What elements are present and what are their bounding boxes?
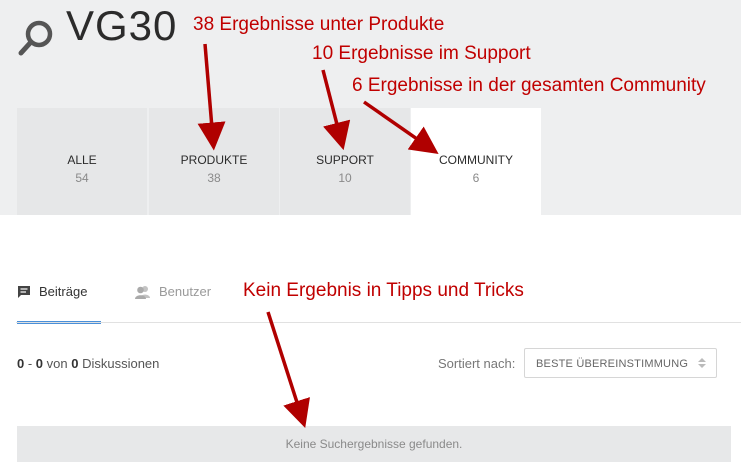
tab-count: 10	[338, 171, 352, 185]
subtab-users[interactable]: Benutzer	[134, 284, 211, 322]
result-count: 0 - 0 von 0 Diskussionen	[17, 356, 159, 371]
annotation-tips: Kein Ergebnis in Tipps und Tricks	[243, 280, 524, 301]
sort-label: Sortiert nach:	[438, 356, 516, 371]
subtab-posts-label: Beiträge	[39, 284, 88, 299]
subtab-users-label: Benutzer	[159, 284, 212, 299]
subtabs-divider	[16, 322, 741, 323]
select-arrows-icon	[698, 358, 706, 368]
tab-count: 54	[75, 171, 89, 185]
search-icon[interactable]	[16, 18, 56, 58]
annotation-community: 6 Ergebnisse in der gesamten Community	[352, 75, 706, 96]
tab-label: ALLE	[67, 153, 97, 167]
result-unit: Diskussionen	[78, 356, 160, 371]
tab-community[interactable]: COMMUNITY 6	[411, 108, 541, 215]
annotation-support: 10 Ergebnisse im Support	[312, 43, 531, 64]
result-sep: -	[24, 356, 36, 371]
tab-products[interactable]: PRODUKTE 38	[149, 108, 279, 215]
no-results-message: Keine Suchergebnisse gefunden.	[17, 426, 731, 462]
tab-count: 38	[207, 171, 221, 185]
tab-count: 6	[472, 171, 480, 185]
users-icon	[135, 286, 150, 299]
tab-support[interactable]: SUPPORT 10	[280, 108, 410, 215]
result-to: 0	[35, 356, 44, 371]
chat-icon	[18, 286, 30, 298]
result-of: von	[43, 356, 72, 371]
tab-label: PRODUKTE	[180, 153, 248, 167]
search-query: VG30	[66, 2, 178, 49]
subtab-posts[interactable]: Beiträge	[17, 284, 102, 324]
sort-select[interactable]: BESTE ÜBEREINSTIMMUNG	[524, 348, 717, 378]
tab-all[interactable]: ALLE 54	[17, 108, 147, 215]
tab-label: SUPPORT	[316, 153, 374, 167]
annotation-products: 38 Ergebnisse unter Produkte	[193, 14, 445, 35]
tab-label: COMMUNITY	[439, 153, 513, 167]
sort-select-value: BESTE ÜBEREINSTIMMUNG	[536, 358, 689, 370]
arrow-tips	[266, 311, 310, 428]
